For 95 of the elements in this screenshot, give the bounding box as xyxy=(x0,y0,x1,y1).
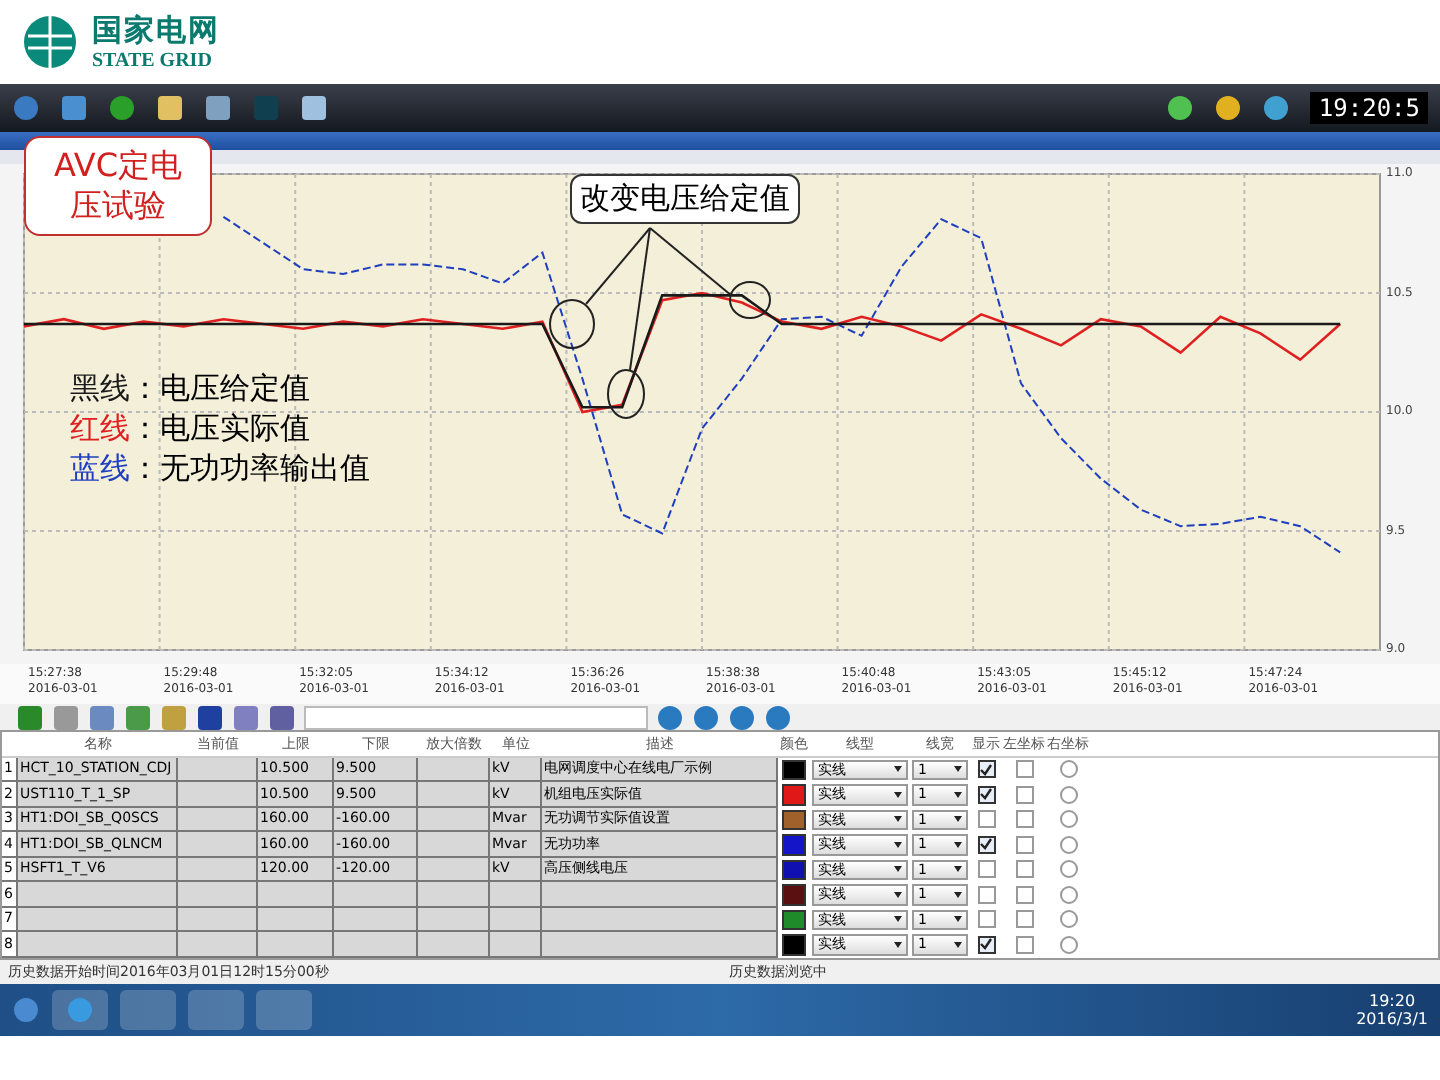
radio-button[interactable] xyxy=(1059,785,1077,804)
caret-icon xyxy=(894,941,902,948)
table-cell xyxy=(178,832,258,857)
clock: 19:20:5 xyxy=(1310,92,1428,124)
taskbar-time: 19:20 xyxy=(1367,991,1418,1009)
tool-icon[interactable] xyxy=(16,703,44,731)
radio-button[interactable] xyxy=(1059,835,1077,854)
radio-button[interactable] xyxy=(1059,860,1077,879)
tool-icon[interactable] xyxy=(268,703,296,731)
caret-icon xyxy=(954,866,962,873)
radio-button[interactable] xyxy=(1059,885,1077,904)
caret-icon xyxy=(954,791,962,798)
checkbox[interactable] xyxy=(1015,760,1033,779)
checkbox[interactable] xyxy=(1015,860,1033,879)
table-cell xyxy=(178,807,258,832)
slide-title: AVC定电压试验 xyxy=(24,136,212,236)
table-cell xyxy=(258,932,334,957)
checkbox[interactable] xyxy=(1015,810,1033,829)
table-cell xyxy=(490,932,542,957)
caret-icon xyxy=(894,816,902,823)
radio-button[interactable] xyxy=(1059,810,1077,829)
checkbox[interactable] xyxy=(977,785,995,804)
logo-text: 国家电网 xyxy=(92,12,220,50)
checkbox[interactable] xyxy=(977,860,995,879)
globe-logo-icon xyxy=(20,12,80,72)
color-swatch[interactable] xyxy=(782,859,806,880)
table-cell xyxy=(178,907,258,932)
table-cell xyxy=(418,832,490,857)
table-cell xyxy=(178,757,258,782)
highlight-circle xyxy=(607,369,645,419)
table-cell xyxy=(418,807,490,832)
legend-entry: 红线：电压实际值 xyxy=(70,410,312,448)
checkbox[interactable] xyxy=(977,760,995,779)
table-cell xyxy=(334,882,418,907)
highlight-circle xyxy=(729,281,771,319)
checkbox[interactable] xyxy=(1015,835,1033,854)
color-swatch[interactable] xyxy=(782,934,806,955)
caret-icon xyxy=(894,866,902,873)
table-cell xyxy=(418,907,490,932)
checkbox[interactable] xyxy=(1015,885,1033,904)
color-swatch[interactable] xyxy=(782,784,806,805)
table-cell xyxy=(418,857,490,882)
radio-button[interactable] xyxy=(1059,760,1077,779)
checkbox[interactable] xyxy=(1015,910,1033,929)
caret-icon xyxy=(954,941,962,948)
caret-icon xyxy=(894,791,902,798)
table-cell xyxy=(418,932,490,957)
caret-icon xyxy=(954,766,962,773)
radio-button[interactable] xyxy=(1059,935,1077,954)
color-swatch[interactable] xyxy=(782,884,806,905)
time-field[interactable] xyxy=(304,705,648,729)
table-cell xyxy=(490,882,542,907)
table-cell xyxy=(418,782,490,807)
checkbox[interactable] xyxy=(977,935,995,954)
table-cell xyxy=(334,907,418,932)
tool-icon[interactable] xyxy=(196,703,224,731)
table-cell xyxy=(258,907,334,932)
taskbar-date: 2016/3/1 xyxy=(1356,1009,1428,1027)
status-icon[interactable] xyxy=(108,94,136,122)
table-cell xyxy=(178,782,258,807)
table-cell xyxy=(178,882,258,907)
check-icon xyxy=(980,838,992,851)
table-cell xyxy=(334,932,418,957)
table-cell xyxy=(178,932,258,957)
highlight-circle xyxy=(549,299,595,349)
color-swatch[interactable] xyxy=(782,909,806,930)
table-cell xyxy=(258,882,334,907)
caret-icon xyxy=(894,766,902,773)
checkbox[interactable] xyxy=(977,835,995,854)
check-icon xyxy=(980,938,992,951)
checkbox[interactable] xyxy=(977,885,995,904)
color-swatch[interactable] xyxy=(782,809,806,830)
caret-icon xyxy=(954,816,962,823)
caret-icon xyxy=(894,916,902,923)
callout-label: 改变电压给定值 xyxy=(570,174,800,224)
checkbox[interactable] xyxy=(977,810,995,829)
caret-icon xyxy=(954,916,962,923)
color-swatch[interactable] xyxy=(782,834,806,855)
table-cell xyxy=(418,757,490,782)
color-swatch[interactable] xyxy=(782,759,806,780)
table-cell xyxy=(490,907,542,932)
radio-button[interactable] xyxy=(1059,910,1077,929)
checkbox[interactable] xyxy=(977,910,995,929)
table-cell xyxy=(418,882,490,907)
status-icon[interactable] xyxy=(1166,94,1195,122)
legend-entry: 黑线：电压给定值 xyxy=(70,370,312,408)
table-cell xyxy=(178,857,258,882)
logo-subtitle: STATE GRID xyxy=(92,50,214,72)
checkbox[interactable] xyxy=(1015,785,1033,804)
caret-icon xyxy=(954,841,962,848)
caret-icon xyxy=(894,891,902,898)
legend-entry: 蓝线：无功功率输出值 xyxy=(70,450,370,488)
caret-icon xyxy=(954,891,962,898)
caret-icon xyxy=(894,841,902,848)
checkbox[interactable] xyxy=(1015,935,1033,954)
